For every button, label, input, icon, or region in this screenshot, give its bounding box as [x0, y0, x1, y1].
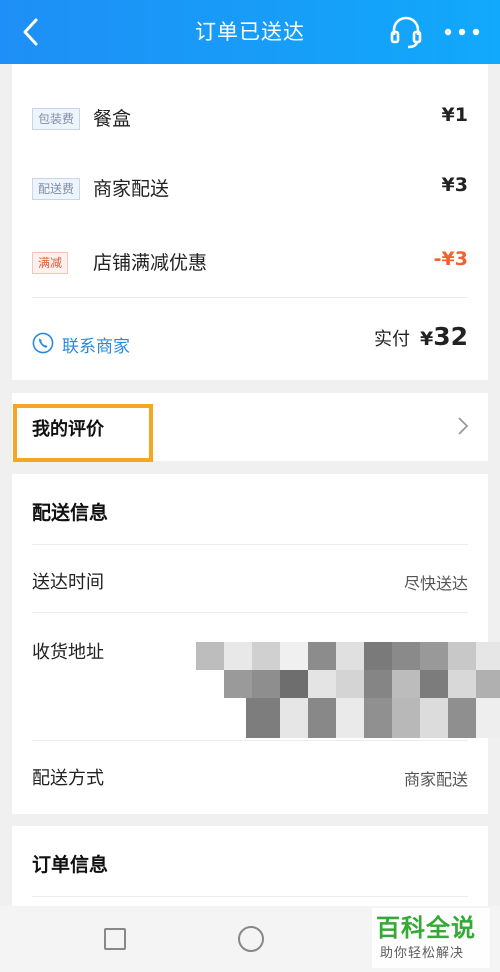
discount-price: -¥3 — [433, 248, 468, 270]
fee-tag: 配送费 — [32, 178, 81, 200]
paid-currency: ¥ — [419, 328, 434, 350]
divider — [32, 297, 468, 298]
fee-price: ¥3 — [441, 174, 468, 196]
paid-total: 实付 ¥32 — [374, 322, 468, 356]
pixelated-address — [180, 620, 500, 750]
delivery-method-value: 商家配送 — [403, 770, 468, 789]
fee-summary-card: 包装费 餐盒 ¥1 配送费 商家配送 ¥3 满减 店铺满减优惠 -¥3 联系商家… — [12, 64, 488, 380]
address-label: 收货地址 — [32, 642, 104, 663]
fee-row: 配送费 商家配送 ¥3 — [12, 170, 488, 210]
fee-tag: 包装费 — [32, 108, 81, 130]
contact-merchant-label: 联系商家 — [62, 337, 130, 357]
order-info-card: 订单信息 — [12, 826, 488, 906]
fee-row: 满减 店铺满减优惠 -¥3 — [12, 244, 488, 284]
phone-icon — [32, 332, 54, 354]
headset-icon — [390, 16, 422, 49]
fee-row: 包装费 餐盒 ¥1 — [12, 100, 488, 140]
page-title: 订单已送达 — [195, 20, 305, 44]
delivery-time-label: 送达时间 — [32, 572, 104, 593]
watermark-subtitle: 助你轻松解决 — [380, 946, 465, 961]
discount-tag: 满减 — [32, 252, 69, 274]
divider — [32, 612, 468, 613]
highlight-annotation — [13, 404, 153, 462]
recent-apps-button[interactable] — [104, 928, 126, 950]
watermark-title: 百科全说 — [376, 914, 476, 942]
top-bar: 订单已送达 — [0, 0, 500, 64]
order-info-title: 订单信息 — [32, 854, 109, 876]
divider — [32, 896, 468, 897]
fee-price: ¥1 — [441, 104, 468, 126]
customer-service-button[interactable] — [388, 13, 424, 51]
chevron-right-icon — [458, 417, 469, 435]
fee-name: 店铺满减优惠 — [93, 252, 208, 274]
divider — [32, 544, 468, 545]
fee-name: 商家配送 — [93, 178, 170, 200]
watermark: 百科全说 助你轻松解决 — [372, 908, 490, 968]
fee-name: 餐盒 — [93, 108, 132, 130]
home-button[interactable] — [238, 926, 264, 952]
delivery-info-title: 配送信息 — [32, 502, 109, 524]
delivery-time-value: 尽快送达 — [403, 574, 468, 593]
paid-amount: 32 — [433, 322, 468, 351]
paid-label: 实付 — [373, 329, 410, 350]
more-button[interactable] — [440, 14, 484, 50]
delivery-method-label: 配送方式 — [32, 768, 104, 789]
more-dots-icon — [444, 28, 480, 36]
